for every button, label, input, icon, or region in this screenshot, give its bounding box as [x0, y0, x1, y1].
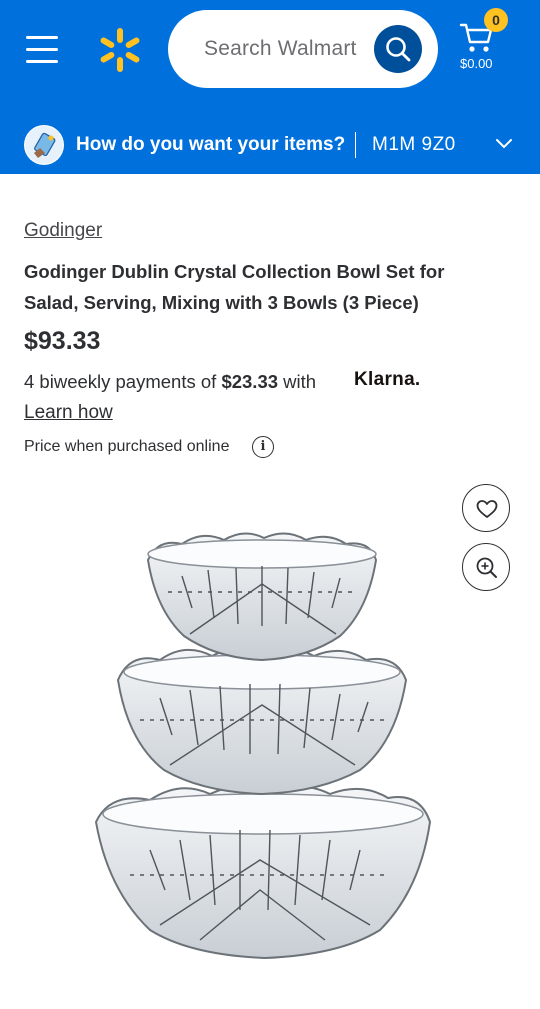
search-icon: [386, 37, 411, 62]
cart-count-badge: 0: [484, 8, 508, 32]
zoom-button[interactable]: [462, 543, 510, 591]
chevron-down-icon[interactable]: [494, 136, 514, 152]
menu-icon-bar: [26, 60, 58, 63]
cart-button[interactable]: 0 $0.00: [452, 8, 512, 78]
brand-link[interactable]: Godinger: [24, 220, 102, 242]
learn-how-link[interactable]: Learn how: [24, 402, 113, 424]
bowl-small: [146, 532, 378, 662]
search-bar[interactable]: Search Walmart: [168, 10, 438, 88]
payments-suffix: with: [278, 371, 317, 392]
heart-icon: [476, 500, 498, 518]
menu-button[interactable]: [22, 32, 62, 68]
cart-total: $0.00: [460, 56, 493, 71]
walmart-spark-icon[interactable]: [96, 26, 144, 74]
menu-icon-bar: [26, 48, 58, 51]
bowl-medium: [116, 647, 408, 796]
divider: [355, 132, 356, 158]
product-price: $93.33: [24, 327, 101, 355]
favorite-button[interactable]: [462, 484, 510, 532]
payments-info: 4 biweekly payments of $23.33 with: [24, 371, 316, 393]
app-header: Search Walmart 0 $0.00: [0, 0, 540, 116]
postal-code: M1M 9Z0: [372, 134, 456, 155]
bowl-large: [94, 785, 432, 960]
fulfillment-question: How do you want your items?: [76, 134, 346, 155]
payments-prefix: 4 biweekly payments of: [24, 371, 222, 392]
menu-icon: [26, 36, 58, 39]
search-button[interactable]: [374, 25, 422, 73]
fulfillment-icon: [24, 125, 64, 165]
payments-amount: $23.33: [221, 371, 279, 392]
price-note: Price when purchased online: [24, 438, 230, 455]
search-input[interactable]: Search Walmart: [204, 37, 357, 61]
product-image[interactable]: [90, 530, 440, 1000]
fulfillment-bar[interactable]: How do you want your items? M1M 9Z0: [0, 116, 540, 174]
info-icon[interactable]: i: [252, 436, 274, 458]
klarna-logo: Klarna.: [354, 369, 421, 390]
zoom-in-icon: [476, 557, 497, 578]
product-title: Godinger Dublin Crystal Collection Bowl …: [24, 261, 445, 313]
